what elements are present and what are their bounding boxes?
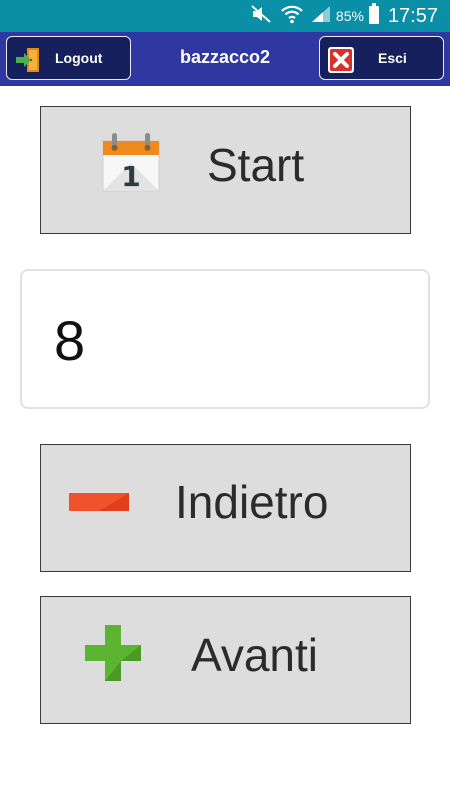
signal-icon xyxy=(310,4,332,29)
exit-label: Esci xyxy=(378,50,407,66)
calendar-icon: 1 xyxy=(101,131,161,198)
battery-icon xyxy=(368,2,380,30)
logout-button[interactable]: Logout xyxy=(6,36,131,80)
clock: 17:57 xyxy=(387,4,438,27)
app-header: Logout bazzacco2 Esci xyxy=(0,32,450,86)
status-bar: 85% 17:57 xyxy=(0,0,450,32)
forward-button[interactable]: Avanti xyxy=(40,596,411,724)
back-button[interactable]: Indietro xyxy=(40,444,411,572)
start-label: Start xyxy=(207,139,305,191)
minus-icon xyxy=(69,493,129,516)
back-label: Indietro xyxy=(175,476,329,528)
exit-button[interactable]: Esci xyxy=(319,36,444,80)
logout-door-icon xyxy=(15,47,41,76)
number-value: 8 xyxy=(54,309,86,372)
forward-label: Avanti xyxy=(191,629,319,681)
start-button[interactable]: 1 Start xyxy=(40,106,411,234)
svg-text:1: 1 xyxy=(121,160,140,193)
logout-label: Logout xyxy=(55,50,103,66)
battery-percent: 85% xyxy=(335,8,364,24)
number-display[interactable]: 8 xyxy=(20,269,430,409)
plus-icon xyxy=(85,625,141,686)
wifi-icon xyxy=(280,3,304,30)
status-icons: 85% 17:57 xyxy=(250,0,450,32)
user-title: bazzacco2 xyxy=(179,47,271,67)
mute-icon xyxy=(250,4,272,29)
close-icon xyxy=(328,47,354,76)
